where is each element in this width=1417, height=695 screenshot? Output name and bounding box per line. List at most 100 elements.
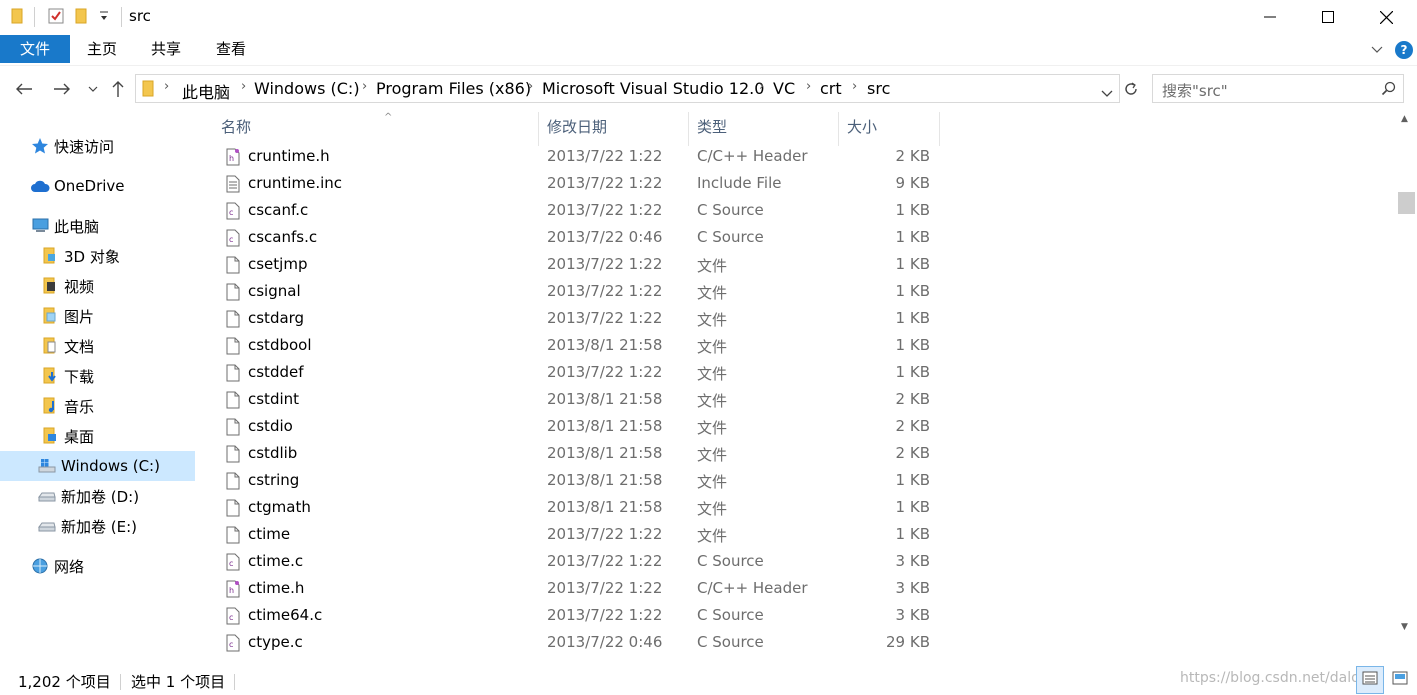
- file-date: 2013/8/1 21:58: [547, 498, 663, 516]
- file-size: 1 KB: [895, 363, 930, 381]
- breadcrumb-crt[interactable]: crt: [820, 79, 842, 98]
- column-header-type[interactable]: 类型: [689, 112, 839, 146]
- tab-home[interactable]: 主页: [76, 35, 128, 63]
- file-type: 文件: [697, 338, 728, 356]
- column-header-size[interactable]: 大小: [839, 112, 940, 146]
- sidebar-item-3d-objects[interactable]: 3D 对象: [40, 241, 120, 271]
- drive-icon: [37, 516, 57, 536]
- file-name: cscanfs.c: [248, 228, 318, 246]
- file-row[interactable]: cstdio 2013/8/1 21:58 文件 2 KB: [216, 414, 940, 441]
- file-row[interactable]: cstdbool 2013/8/1 21:58 文件 1 KB: [216, 333, 940, 360]
- sidebar-item-network[interactable]: 网络: [30, 551, 84, 581]
- file-row[interactable]: cstdint 2013/8/1 21:58 文件 2 KB: [216, 387, 940, 414]
- file-name: cscanf.c: [248, 201, 309, 219]
- file-size: 2 KB: [895, 390, 930, 408]
- sidebar-item-pictures[interactable]: 图片: [40, 301, 94, 331]
- file-type: C Source: [697, 633, 764, 651]
- sidebar-item-windows-c[interactable]: Windows (C:): [0, 451, 195, 481]
- file-name: cstdarg: [248, 309, 305, 327]
- file-row[interactable]: c ctime64.c 2013/7/22 1:22 C Source 3 KB: [216, 603, 940, 630]
- file-row[interactable]: ctime 2013/7/22 1:22 文件 1 KB: [216, 522, 940, 549]
- blank-file-icon: [226, 499, 240, 517]
- file-type: Include File: [697, 174, 782, 192]
- breadcrumb-separator: ›: [852, 79, 858, 94]
- scroll-up-icon[interactable]: ▲: [1401, 114, 1408, 124]
- large-icons-view-button[interactable]: [1386, 666, 1414, 694]
- file-size: 1 KB: [895, 282, 930, 300]
- breadcrumb-src[interactable]: src: [867, 79, 890, 98]
- breadcrumb-visual-studio[interactable]: Microsoft Visual Studio 12.0: [542, 79, 764, 98]
- close-button[interactable]: [1357, 0, 1415, 34]
- search-icon[interactable]: [1381, 81, 1397, 101]
- file-name: cstring: [248, 471, 300, 489]
- minimize-button[interactable]: [1241, 0, 1299, 34]
- sidebar-item-downloads[interactable]: 下载: [40, 361, 94, 391]
- file-row[interactable]: cstdlib 2013/8/1 21:58 文件 2 KB: [216, 441, 940, 468]
- scroll-down-icon[interactable]: ▼: [1401, 622, 1408, 632]
- file-type: 文件: [697, 446, 728, 464]
- column-header-name[interactable]: ^ 名称: [213, 112, 539, 146]
- file-date: 2013/7/22 1:22: [547, 147, 663, 165]
- expand-ribbon-icon[interactable]: [1369, 41, 1385, 61]
- file-row[interactable]: ctgmath 2013/8/1 21:58 文件 1 KB: [216, 495, 940, 522]
- file-row[interactable]: csignal 2013/7/22 1:22 文件 1 KB: [216, 279, 940, 306]
- new-folder-icon[interactable]: [74, 7, 90, 29]
- file-row[interactable]: cruntime.inc 2013/7/22 1:22 Include File 9 …: [216, 171, 940, 198]
- sidebar-item-onedrive[interactable]: OneDrive: [30, 171, 125, 201]
- help-icon[interactable]: ?: [1395, 41, 1413, 59]
- sidebar-item-music[interactable]: 音乐: [40, 391, 94, 421]
- address-history-icon[interactable]: [1101, 84, 1113, 102]
- file-type: 文件: [697, 419, 728, 437]
- file-row[interactable]: c ctime.c 2013/7/22 1:22 C Source 3 KB: [216, 549, 940, 576]
- search-box[interactable]: 搜索"src": [1152, 74, 1404, 103]
- sidebar-item-videos[interactable]: 视频: [40, 271, 94, 301]
- file-name: csetjmp: [248, 255, 308, 273]
- refresh-button[interactable]: [1119, 74, 1143, 103]
- tab-view[interactable]: 查看: [205, 35, 257, 63]
- properties-icon[interactable]: [47, 7, 65, 29]
- file-type: C Source: [697, 552, 764, 570]
- file-size: 1 KB: [895, 228, 930, 246]
- file-row[interactable]: cstdarg 2013/7/22 1:22 文件 1 KB: [216, 306, 940, 333]
- sidebar-item-volume-d[interactable]: 新加卷 (D:): [37, 481, 139, 511]
- file-row[interactable]: csetjmp 2013/7/22 1:22 文件 1 KB: [216, 252, 940, 279]
- file-row[interactable]: cstddef 2013/7/22 1:22 文件 1 KB: [216, 360, 940, 387]
- text-file-icon: [226, 175, 240, 193]
- file-row[interactable]: h cruntime.h 2013/7/22 1:22 C/C++ Header 2 K…: [216, 144, 940, 171]
- address-bar[interactable]: › 此电脑 › Windows (C:) › Program Files (x8…: [135, 74, 1120, 103]
- breadcrumb-windows-c[interactable]: Windows (C:): [254, 79, 360, 98]
- breadcrumb-vc[interactable]: VC: [773, 79, 795, 98]
- sidebar-item-label: 网络: [54, 557, 85, 576]
- forward-button[interactable]: [50, 76, 74, 102]
- column-header-date[interactable]: 修改日期: [539, 112, 689, 146]
- file-size: 1 KB: [895, 255, 930, 273]
- sidebar-item-volume-e[interactable]: 新加卷 (E:): [37, 511, 137, 541]
- file-row[interactable]: c cscanf.c 2013/7/22 1:22 C Source 1 KB: [216, 198, 940, 225]
- file-row[interactable]: h ctime.h 2013/7/22 1:22 C/C++ Header 3 KB: [216, 576, 940, 603]
- sidebar-item-this-pc[interactable]: 此电脑: [30, 211, 99, 241]
- up-button[interactable]: [107, 76, 129, 102]
- tab-share[interactable]: 共享: [140, 35, 192, 63]
- sidebar-item-documents[interactable]: 文档: [40, 331, 94, 361]
- maximize-button[interactable]: [1299, 0, 1357, 34]
- sidebar-item-label: 新加卷 (D:): [61, 487, 140, 506]
- sidebar-item-desktop[interactable]: 桌面: [40, 421, 94, 451]
- breadcrumb-program-files[interactable]: Program Files (x86): [376, 79, 531, 98]
- sidebar-item-quick-access[interactable]: 快速访问: [30, 131, 114, 161]
- recent-locations-icon[interactable]: [85, 76, 101, 102]
- search-input[interactable]: 搜索"src": [1162, 80, 1228, 101]
- blank-file-icon: [226, 472, 240, 490]
- breadcrumb-this-pc[interactable]: 此电脑: [182, 79, 230, 103]
- file-row[interactable]: cstring 2013/8/1 21:58 文件 1 KB: [216, 468, 940, 495]
- tab-file[interactable]: 文件: [0, 35, 70, 63]
- file-row[interactable]: c ctype.c 2013/7/22 0:46 C Source 29 KB: [216, 630, 940, 657]
- ribbon: 文件 主页 共享 查看 ?: [0, 34, 1417, 66]
- file-date: 2013/7/22 1:22: [547, 309, 663, 327]
- c-source-icon: c: [226, 553, 240, 571]
- back-button[interactable]: [12, 76, 36, 102]
- details-view-button[interactable]: [1356, 666, 1384, 694]
- vertical-scrollbar[interactable]: ▲ ▼: [1396, 108, 1417, 662]
- customize-toolbar-icon[interactable]: [99, 9, 109, 27]
- scrollbar-thumb[interactable]: [1398, 192, 1415, 214]
- file-row[interactable]: c cscanfs.c 2013/7/22 0:46 C Source 1 KB: [216, 225, 940, 252]
